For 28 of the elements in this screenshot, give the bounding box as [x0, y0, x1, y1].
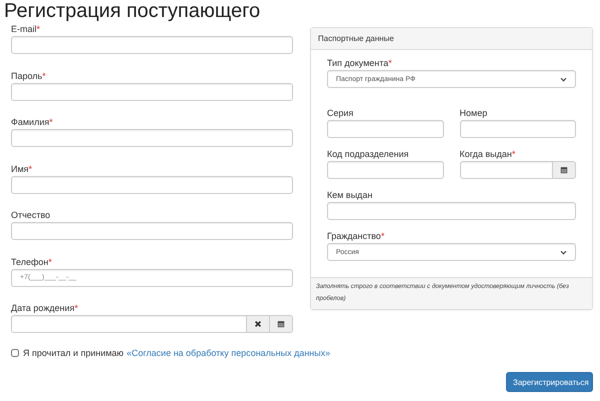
- page-title: Регистрация поступающего: [4, 0, 262, 24]
- field-label: Фамилия: [11, 117, 50, 127]
- field-label: Имя: [11, 164, 29, 174]
- field-label: Телефон: [11, 256, 48, 266]
- field-label: Кем выдан: [327, 190, 372, 200]
- register-button[interactable]: Зарегистрироваться: [506, 372, 593, 392]
- field-label: Номер: [460, 108, 488, 118]
- field-label: Тип документа: [327, 58, 388, 68]
- field-label: Код подразделения: [327, 149, 409, 159]
- panel-header: Паспортные данные: [311, 28, 592, 50]
- required-mark: *: [48, 256, 52, 266]
- field-label: Гражданство: [327, 231, 381, 241]
- field-label: Отчество: [11, 210, 50, 220]
- field-label: Пароль: [11, 70, 42, 80]
- required-mark: *: [388, 58, 392, 68]
- required-mark: *: [74, 303, 78, 313]
- required-mark: *: [512, 149, 516, 159]
- required-mark: *: [36, 24, 40, 34]
- required-mark: *: [28, 164, 32, 174]
- consent-text: Я прочитал и принимаю: [23, 348, 124, 358]
- required-mark: *: [380, 231, 384, 241]
- required-mark: *: [49, 117, 53, 127]
- field-label: Серия: [327, 108, 354, 118]
- field-label: Дата рождения: [11, 303, 74, 313]
- consent-link[interactable]: «Согласие на обработку персональных данных»: [126, 348, 330, 358]
- field-label: E-mail: [11, 24, 37, 34]
- field-label: Когда выдан: [460, 149, 512, 159]
- required-mark: *: [42, 70, 46, 80]
